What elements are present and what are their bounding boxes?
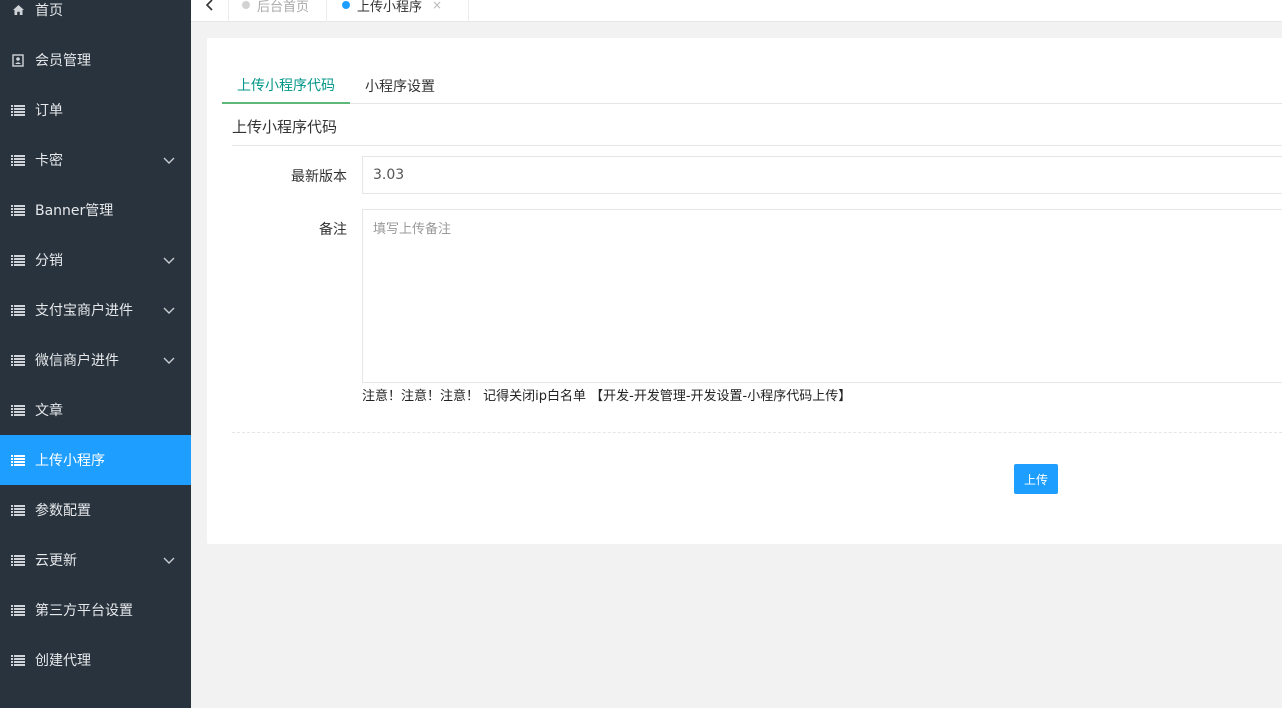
tab-dot-icon (342, 1, 350, 9)
sidebar-item-banner[interactable]: Banner管理 (0, 185, 191, 235)
notice-text: 注意！注意！注意！ 记得关闭ip白名单 【开发-开发管理-开发设置-小程序代码上… (362, 389, 852, 404)
remark-textarea[interactable]: 填写上传备注 (362, 209, 1282, 383)
sidebar-item-wechat-merchant[interactable]: 微信商户进件 (0, 335, 191, 385)
tab-scroll-left-button[interactable] (191, 0, 229, 22)
member-card-icon (11, 53, 25, 67)
sidebar-item-members[interactable]: 会员管理 (0, 35, 191, 85)
list-icon (11, 253, 25, 267)
top-tab-bar: 后台首页 上传小程序 × (191, 0, 1282, 22)
sidebar-item-orders[interactable]: 订单 (0, 85, 191, 135)
sidebar-item-distribution[interactable]: 分销 (0, 235, 191, 285)
list-icon (11, 353, 25, 367)
tab-upload-miniprogram[interactable]: 上传小程序 × (327, 0, 469, 22)
tab-miniprogram-settings[interactable]: 小程序设置 (350, 68, 450, 104)
upload-button[interactable]: 上传 (1014, 464, 1058, 494)
sidebar-item-alipay-merchant[interactable]: 支付宝商户进件 (0, 285, 191, 335)
sidebar-item-label: 文章 (35, 403, 63, 419)
list-icon (11, 303, 25, 317)
tab-label: 后台首页 (257, 0, 310, 15)
sidebar-item-label: 云更新 (35, 553, 77, 569)
sidebar-item-articles[interactable]: 文章 (0, 385, 191, 435)
version-label: 最新版本 (291, 169, 347, 185)
sidebar-item-label: Banner管理 (35, 203, 114, 219)
chevron-down-icon (162, 303, 176, 317)
list-icon (11, 603, 25, 617)
sidebar: 首页会员管理订单卡密 Banner管理 分销支付宝商户进件 微信商户进件 文章上传小程序… (0, 0, 191, 708)
sidebar-item-home[interactable]: 首页 (0, 0, 191, 35)
sidebar-item-label: 创建代理 (35, 653, 91, 669)
list-icon (11, 403, 25, 417)
content-tabs: 上传小程序代码 小程序设置 (222, 68, 1282, 104)
home-icon (11, 3, 25, 17)
sidebar-item-label: 卡密 (35, 153, 63, 169)
sidebar-item-create-agent[interactable]: 创建代理 (0, 635, 191, 685)
sidebar-item-label: 首页 (35, 3, 63, 19)
list-icon (11, 453, 25, 467)
remark-placeholder: 填写上传备注 (373, 222, 452, 237)
chevron-down-icon (162, 253, 176, 267)
sidebar-item-label: 上传小程序 (35, 453, 105, 469)
dashed-divider (232, 432, 1282, 433)
sidebar-item-card-keys[interactable]: 卡密 (0, 135, 191, 185)
content-card: 上传小程序代码 小程序设置 上传小程序代码 最新版本 3.03 备注 填写上传备… (207, 38, 1282, 544)
tab-dot-icon (242, 1, 250, 9)
tab-admin-home[interactable]: 后台首页 (229, 0, 327, 22)
chevron-down-icon (162, 353, 176, 367)
divider (232, 145, 1282, 146)
sidebar-item-label: 参数配置 (35, 503, 91, 519)
list-icon (11, 103, 25, 117)
list-icon (11, 203, 25, 217)
sidebar-item-label: 微信商户进件 (35, 353, 119, 369)
sidebar-item-label: 会员管理 (35, 53, 91, 69)
sidebar-item-label: 支付宝商户进件 (35, 303, 133, 319)
sidebar-item-third-party[interactable]: 第三方平台设置 (0, 585, 191, 635)
close-icon[interactable]: × (432, 0, 442, 12)
remark-label: 备注 (319, 222, 347, 238)
sidebar-item-label: 分销 (35, 253, 63, 269)
version-value: 3.03 (373, 167, 405, 183)
tab-upload-code[interactable]: 上传小程序代码 (222, 68, 350, 104)
chevron-down-icon (162, 153, 176, 167)
version-input[interactable]: 3.03 (362, 156, 1282, 194)
sidebar-item-parameters[interactable]: 参数配置 (0, 485, 191, 535)
chevron-down-icon (162, 553, 176, 567)
section-title: 上传小程序代码 (232, 118, 338, 136)
list-icon (11, 553, 25, 567)
list-icon (11, 503, 25, 517)
sidebar-item-cloud-update[interactable]: 云更新 (0, 535, 191, 585)
chevron-left-icon (205, 0, 213, 11)
sidebar-item-label: 第三方平台设置 (35, 603, 133, 619)
tab-label: 上传小程序 (357, 0, 423, 15)
sidebar-item-label: 订单 (35, 103, 63, 119)
sidebar-item-upload-miniprogram[interactable]: 上传小程序 (0, 435, 191, 485)
list-icon (11, 653, 25, 667)
list-icon (11, 153, 25, 167)
